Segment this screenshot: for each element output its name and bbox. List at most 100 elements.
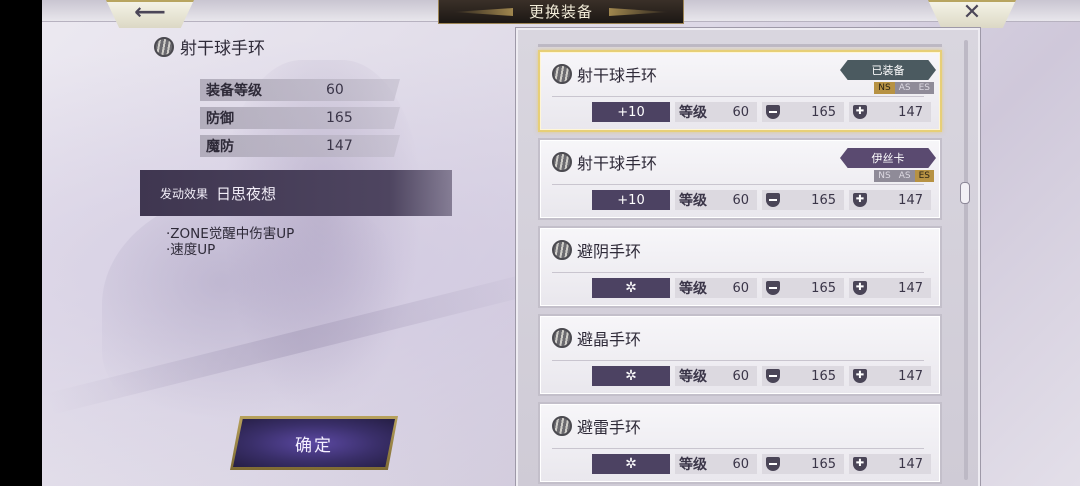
level-value: 60 (732, 192, 749, 208)
level-box: 等级 60 (675, 190, 757, 210)
card-item-name: 射干球手环 (577, 154, 658, 173)
defense-shield-icon (766, 369, 780, 383)
enhance-value: +10 (617, 192, 645, 208)
confirm-label: 确定 (295, 435, 333, 456)
equipment-card-5[interactable]: 避雷手环 ✲ 等级 60 165 ✚ 147 (538, 402, 942, 484)
arrow-left-icon: ⟵ (134, 0, 166, 25)
magic-defense-value: 147 (898, 456, 923, 472)
magic-defense-box: ✚ 147 (849, 278, 931, 298)
defense-box: 165 (762, 454, 844, 474)
level-label: 等级 (679, 369, 707, 385)
bracelet-icon (552, 240, 572, 260)
stat-row-level: 装备等级 60 (200, 79, 400, 101)
defense-value: 165 (811, 192, 836, 208)
enhance-badge: ✲ (592, 454, 670, 474)
level-value: 60 (732, 104, 749, 120)
level-value: 60 (732, 456, 749, 472)
equipment-card-4[interactable]: 避晶手环 ✲ 等级 60 165 ✚ 147 (538, 314, 942, 396)
confirm-button-face: 确定 (233, 419, 395, 467)
slot-tag-es: ES (914, 170, 934, 182)
magic-defense-shield-icon: ✚ (853, 369, 867, 383)
defense-box: 165 (762, 366, 844, 386)
card-stats: ✲ 等级 60 165 ✚ 147 (592, 278, 931, 298)
level-label: 等级 (679, 281, 707, 297)
skill-tag: 发动效果 (160, 186, 209, 201)
title-ornament-right (609, 8, 669, 16)
background-wing-art (102, 190, 402, 420)
owner-tag: 伊丝卡 (840, 148, 936, 168)
confirm-button[interactable]: 确定 (230, 416, 398, 470)
enhance-badge: +10 (592, 190, 670, 210)
magic-defense-value: 147 (898, 104, 923, 120)
card-title: 避雷手环 (552, 414, 641, 438)
detail-item-title: 射干球手环 (154, 34, 265, 59)
stat-label: 装备等级 (206, 83, 262, 99)
bracelet-icon (552, 328, 572, 348)
defense-shield-icon (766, 193, 780, 207)
defense-value: 165 (811, 368, 836, 384)
stat-value: 147 (326, 138, 353, 154)
card-item-name: 射干球手环 (577, 66, 658, 85)
level-label: 等级 (679, 105, 707, 121)
magic-defense-box: ✚ 147 (849, 366, 931, 386)
enhance-badge: ✲ (592, 278, 670, 298)
defense-value: 165 (811, 456, 836, 472)
slot-tag-ns: NS (874, 82, 895, 94)
slot-tag-as: AS (894, 82, 915, 94)
card-title: 避阴手环 (552, 238, 641, 262)
card-stats: +10 等级 60 165 ✚ 147 (592, 190, 931, 210)
card-divider (552, 96, 924, 97)
defense-shield-icon (766, 105, 780, 119)
equipment-list-panel[interactable]: 射干球手环 已装备 NS AS ES +10 等级 60 165 ✚ 147 射… (516, 28, 980, 486)
defense-value: 165 (811, 104, 836, 120)
enhance-badge: ✲ (592, 366, 670, 386)
scrollbar-track[interactable] (964, 40, 968, 480)
magic-defense-shield-icon: ✚ (853, 193, 867, 207)
magic-defense-shield-icon: ✚ (853, 281, 867, 295)
level-box: 等级 60 (675, 454, 757, 474)
card-title: 射干球手环 (552, 150, 657, 174)
enhance-badge: +10 (592, 102, 670, 122)
skill-name: 日思夜想 (216, 184, 277, 203)
level-box: 等级 60 (675, 102, 757, 122)
back-button[interactable]: ⟵ (106, 0, 194, 28)
level-label: 等级 (679, 193, 707, 209)
equipment-card-1[interactable]: 射干球手环 已装备 NS AS ES +10 等级 60 165 ✚ 147 (538, 50, 942, 132)
card-title: 射干球手环 (552, 62, 657, 86)
defense-box: 165 (762, 190, 844, 210)
level-value: 60 (732, 280, 749, 296)
magic-defense-value: 147 (898, 368, 923, 384)
slot-tags: NS AS ES (874, 170, 934, 182)
magic-defense-box: ✚ 147 (849, 102, 931, 122)
list-top-divider (538, 44, 942, 47)
close-icon: ✕ (962, 0, 982, 25)
skill-bar: 发动效果 日思夜想 (140, 170, 452, 216)
level-label: 等级 (679, 457, 707, 473)
owner-tag: 已装备 (840, 60, 936, 80)
stat-row-magic-defense: 魔防 147 (200, 135, 400, 157)
equipment-card-3[interactable]: 避阴手环 ✲ 等级 60 165 ✚ 147 (538, 226, 942, 308)
skill-desc-line: ·速度UP (166, 242, 216, 258)
level-box: 等级 60 (675, 366, 757, 386)
defense-shield-icon (766, 457, 780, 471)
card-stats: ✲ 等级 60 165 ✚ 147 (592, 366, 931, 386)
equipment-card-2[interactable]: 射干球手环 伊丝卡 NS AS ES +10 等级 60 165 ✚ 147 (538, 138, 942, 220)
skill-description: ·ZONE觉醒中伤害UP ·速度UP (166, 226, 294, 258)
magic-defense-box: ✚ 147 (849, 190, 931, 210)
skill-desc-line: ·ZONE觉醒中伤害UP (166, 226, 295, 242)
owner-label: 伊丝卡 (871, 152, 905, 165)
detail-item-name: 射干球手环 (180, 39, 265, 59)
level-box: 等级 60 (675, 278, 757, 298)
close-button[interactable]: ✕ (928, 0, 1016, 28)
defense-box: 165 (762, 278, 844, 298)
background-sword-art (47, 267, 557, 415)
level-value: 60 (732, 368, 749, 384)
scrollbar-thumb[interactable] (960, 182, 970, 204)
defense-shield-icon (766, 281, 780, 295)
magic-defense-shield-icon: ✚ (853, 105, 867, 119)
card-item-name: 避阴手环 (577, 242, 642, 261)
slot-tag-ns: NS (874, 170, 895, 182)
screen-title-plate: 更换装备 (438, 0, 684, 24)
screen: ⟵ 更换装备 ✕ 射干球手环 装备等级 60 防御 165 魔防 147 发动效… (42, 0, 1080, 486)
defense-value: 165 (811, 280, 836, 296)
